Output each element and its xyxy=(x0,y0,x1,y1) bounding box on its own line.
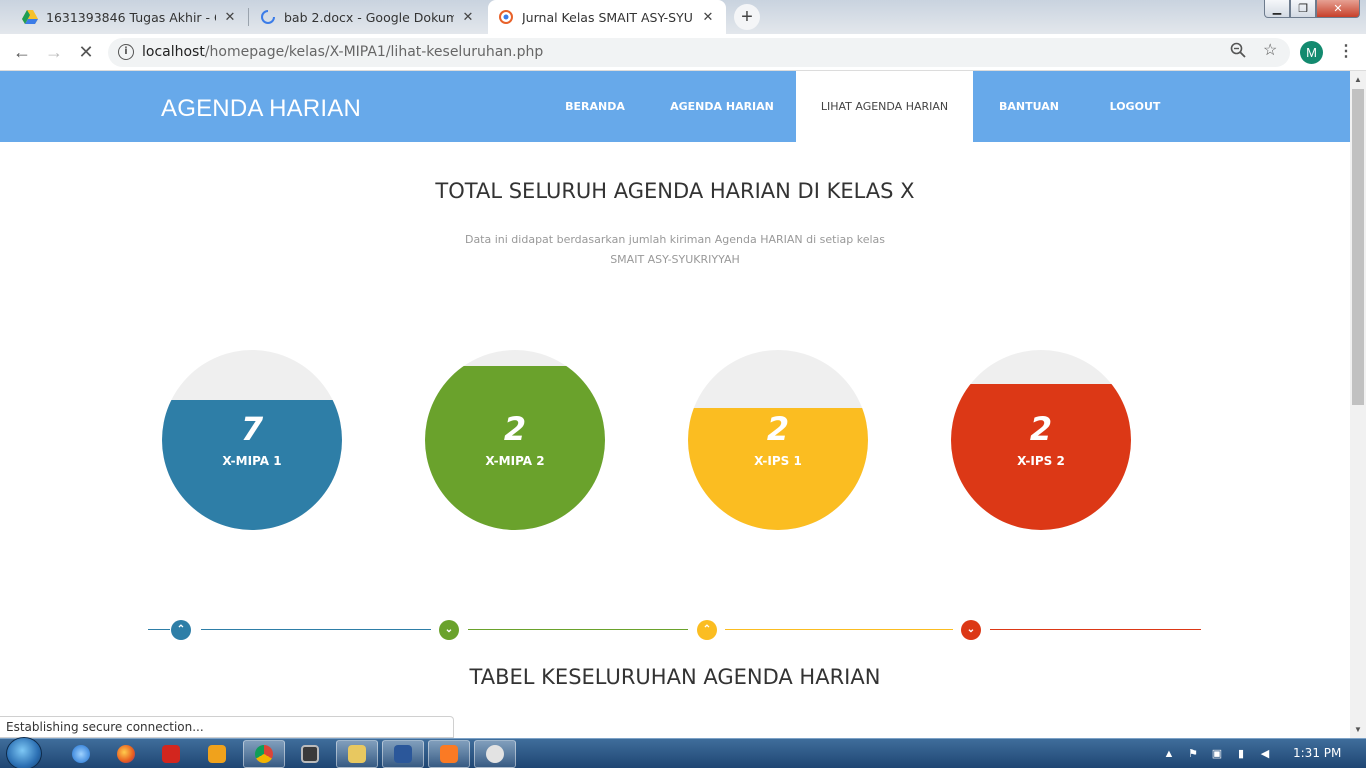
profile-initial: M xyxy=(1306,45,1317,60)
taskbar-clock[interactable]: 1:31 PM xyxy=(1293,746,1341,760)
timeline-line xyxy=(468,629,688,630)
table-section-title: TABEL KESELURUHAN AGENDA HARIAN xyxy=(469,665,881,689)
tab-title: bab 2.docx - Google Dokumen xyxy=(284,9,454,25)
acrobat-icon[interactable] xyxy=(150,740,192,768)
chevron-up-icon[interactable]: ⌃ xyxy=(697,620,717,640)
address-bar[interactable]: i localhost/homepage/kelas/X-MIPA1/lihat… xyxy=(108,38,1290,67)
chevron-up-icon[interactable]: ⌃ xyxy=(171,620,191,640)
scrollbar-thumb[interactable] xyxy=(1352,89,1364,405)
tab-google-drive[interactable]: 1631393846 Tugas Akhir - Googl ✕ xyxy=(12,0,248,34)
bookmark-star-icon[interactable]: ☆ xyxy=(1263,40,1277,60)
site-navbar: AGENDA HARIAN BERANDA AGENDA HARIAN LIHA… xyxy=(0,71,1350,142)
stat-count: 2 xyxy=(1029,410,1053,448)
stop-loading-icon[interactable]: ✕ xyxy=(74,40,98,64)
stat-circle-x-mipa-2: 2 X-MIPA 2 xyxy=(425,350,605,530)
close-tab-icon[interactable]: ✕ xyxy=(700,9,716,25)
timeline-line xyxy=(990,629,1201,630)
kebab-menu-icon[interactable]: ⋮ xyxy=(1338,41,1354,61)
minimize-button[interactable]: ▁ xyxy=(1264,0,1290,18)
stat-label: X-IPS 1 xyxy=(754,454,802,468)
stat-circle-x-mipa-1: 7 X-MIPA 1 xyxy=(162,350,342,530)
tab-title: Jurnal Kelas SMAIT ASY-SYUKRIY xyxy=(522,9,694,25)
scroll-down-icon[interactable]: ▼ xyxy=(1354,725,1362,734)
loading-spinner-icon xyxy=(260,9,276,25)
stat-label: X-MIPA 2 xyxy=(485,454,545,468)
stat-label: X-MIPA 1 xyxy=(222,454,282,468)
usb-device-icon[interactable]: ▣ xyxy=(1210,747,1224,761)
chrome-icon[interactable] xyxy=(243,740,285,768)
stat-count: 7 xyxy=(240,410,264,448)
internet-explorer-icon[interactable] xyxy=(60,740,102,768)
scroll-up-icon[interactable]: ▲ xyxy=(1354,75,1362,84)
network-signal-icon[interactable]: ▮ xyxy=(1234,747,1248,761)
url-text[interactable]: localhost/homepage/kelas/X-MIPA1/lihat-k… xyxy=(142,44,543,60)
nav-agenda-harian[interactable]: AGENDA HARIAN xyxy=(655,71,789,142)
tab-title: 1631393846 Tugas Akhir - Googl xyxy=(46,9,216,25)
tab-separator xyxy=(248,8,249,26)
plus-icon: + xyxy=(741,5,753,28)
action-center-flag-icon[interactable]: ⚑ xyxy=(1186,747,1200,761)
nav-bantuan[interactable]: BANTUAN xyxy=(985,71,1073,142)
volume-muted-icon[interactable]: ◀ xyxy=(1258,747,1272,761)
timeline-line xyxy=(725,629,953,630)
new-tab-button[interactable]: + xyxy=(734,4,760,30)
url-path: /homepage/kelas/X-MIPA1/lihat-keseluruha… xyxy=(204,44,544,60)
site-info-icon[interactable]: i xyxy=(118,44,134,60)
stat-label: X-IPS 2 xyxy=(1017,454,1065,468)
profile-avatar[interactable]: M xyxy=(1300,41,1323,64)
xampp-icon[interactable] xyxy=(428,740,470,768)
stat-circle-x-ips-1: 2 X-IPS 1 xyxy=(688,350,868,530)
paint-icon[interactable] xyxy=(474,740,516,768)
file-explorer-icon[interactable] xyxy=(336,740,378,768)
zoom-icon[interactable] xyxy=(1230,42,1246,61)
timeline-line xyxy=(201,629,431,630)
tab-bab2-docx[interactable]: bab 2.docx - Google Dokumen ✕ xyxy=(250,0,486,34)
terminal-icon[interactable] xyxy=(289,740,331,768)
section-subtitle-line1: Data ini didapat berdasarkan jumlah kiri… xyxy=(464,233,886,246)
browser-toolbar: ← → ✕ i localhost/homepage/kelas/X-MIPA1… xyxy=(0,34,1366,71)
word-icon[interactable] xyxy=(382,740,424,768)
stat-count: 2 xyxy=(766,410,790,448)
site-favicon xyxy=(498,9,514,25)
maximize-button[interactable]: ❐ xyxy=(1290,0,1316,18)
nav-lihat-agenda-harian[interactable]: LIHAT AGENDA HARIAN xyxy=(796,71,973,142)
url-host: localhost xyxy=(142,44,205,60)
windows-start-icon[interactable] xyxy=(6,737,42,768)
timeline-line xyxy=(148,629,170,630)
firefox-icon[interactable] xyxy=(105,740,147,768)
close-tab-icon[interactable]: ✕ xyxy=(460,9,476,25)
nav-logout[interactable]: LOGOUT xyxy=(1095,71,1175,142)
google-drive-icon xyxy=(22,9,38,25)
chevron-down-icon[interactable]: ⌄ xyxy=(439,620,459,640)
page-scrollbar[interactable]: ▲ ▼ xyxy=(1350,71,1366,738)
nav-beranda[interactable]: BERANDA xyxy=(545,71,645,142)
chevron-down-icon[interactable]: ⌄ xyxy=(961,620,981,640)
status-bubble: Establishing secure connection... xyxy=(0,716,454,738)
site-brand[interactable]: AGENDA HARIAN xyxy=(161,95,361,123)
windows-taskbar: ▲ ⚑ ▣ ▮ ◀ 1:31 PM xyxy=(0,737,1366,768)
back-icon[interactable]: ← xyxy=(10,40,34,64)
forward-icon[interactable]: → xyxy=(42,40,66,64)
stat-fill xyxy=(425,366,605,530)
close-tab-icon[interactable]: ✕ xyxy=(222,9,238,25)
media-player-icon[interactable] xyxy=(196,740,238,768)
page-viewport: AGENDA HARIAN BERANDA AGENDA HARIAN LIHA… xyxy=(0,71,1350,738)
window-controls: ▁ ❐ ✕ xyxy=(1264,0,1360,18)
show-hidden-icons-icon[interactable]: ▲ xyxy=(1162,747,1176,761)
close-window-button[interactable]: ✕ xyxy=(1316,0,1360,18)
section-title: TOTAL SELURUH AGENDA HARIAN DI KELAS X xyxy=(435,179,915,203)
section-subtitle-line2: SMAIT ASY-SYUKRIYYAH xyxy=(610,253,740,266)
stat-count: 2 xyxy=(503,410,527,448)
tab-jurnal-kelas[interactable]: Jurnal Kelas SMAIT ASY-SYUKRIY ✕ xyxy=(488,0,726,34)
stat-circle-x-ips-2: 2 X-IPS 2 xyxy=(951,350,1131,530)
